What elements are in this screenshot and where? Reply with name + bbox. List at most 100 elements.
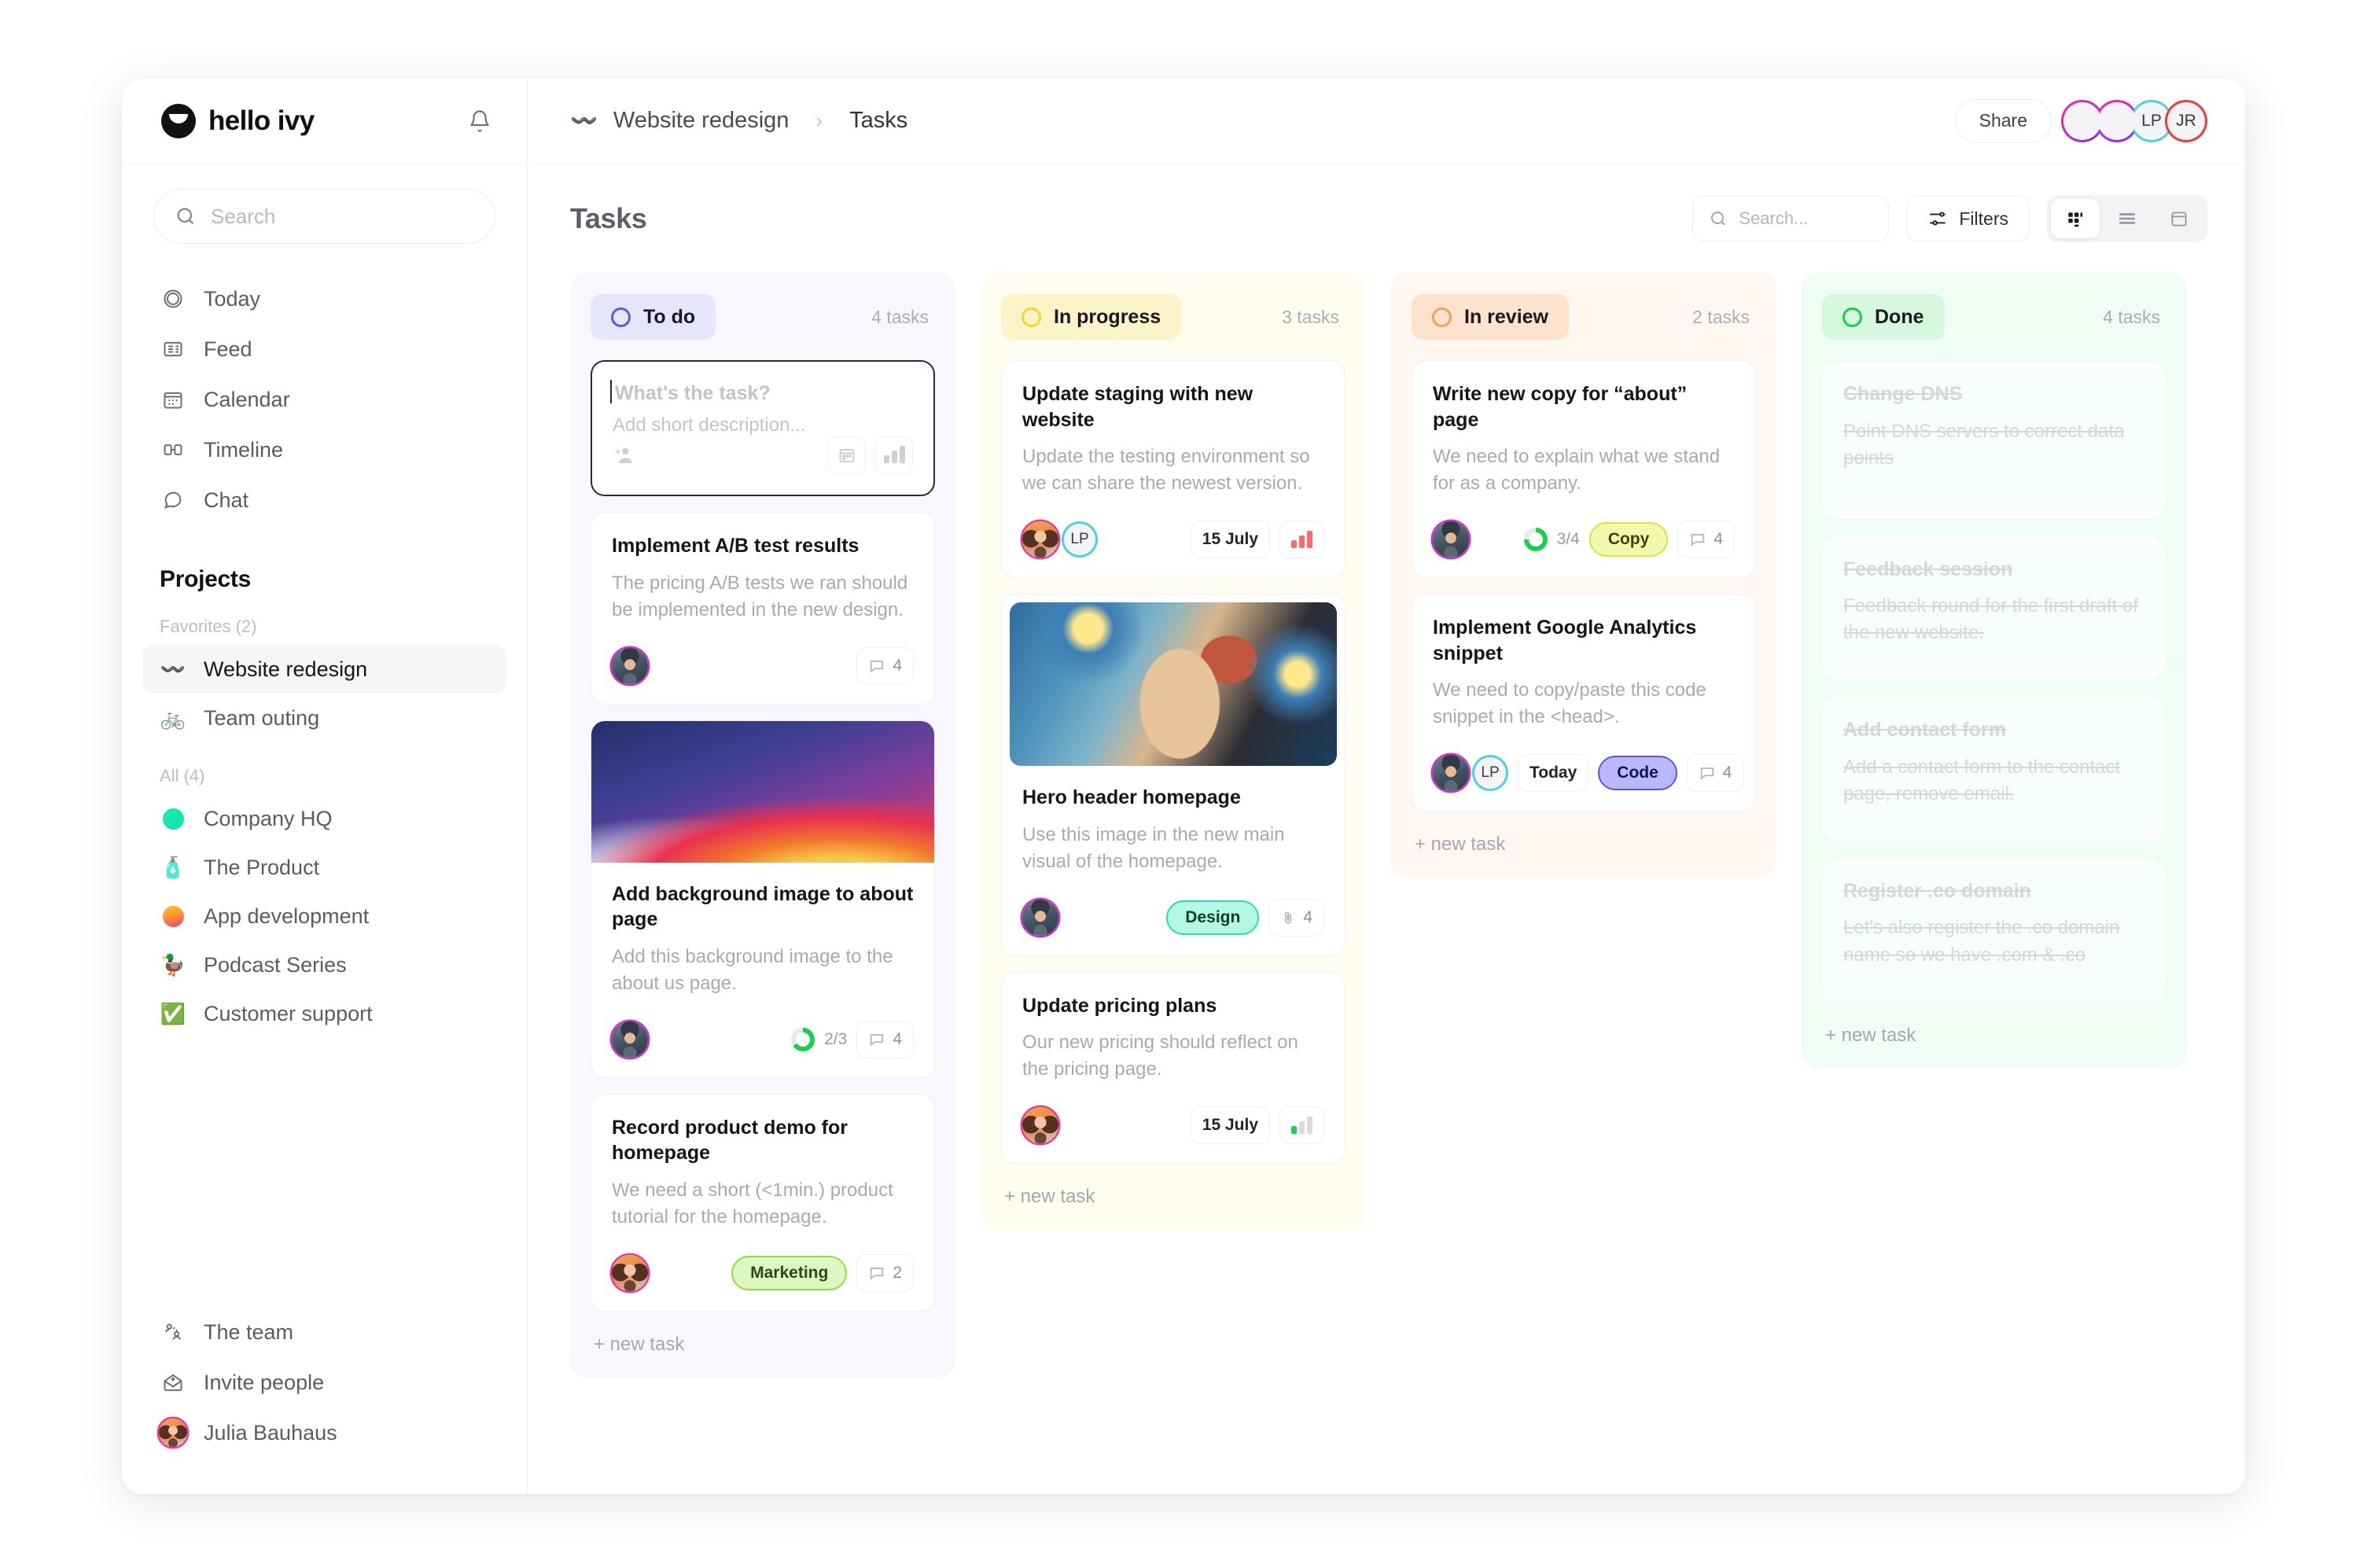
sidebar-item-label: The team (204, 1320, 294, 1344)
task-tag[interactable]: Design (1166, 900, 1260, 935)
avatar[interactable] (1022, 899, 1058, 936)
column-title-pill[interactable]: To do (591, 294, 716, 340)
task-title: Update staging with new website (1022, 383, 1253, 431)
calendar-icon[interactable] (828, 436, 866, 474)
search-input[interactable] (1739, 208, 1873, 229)
project-label: Company HQ (204, 806, 333, 830)
brand-name: hello ivy (208, 105, 315, 136)
sidebar: hello ivy Search Today Feed Calendar Tim… (122, 79, 528, 1494)
avatar[interactable] (1433, 521, 1469, 558)
avatar[interactable] (2061, 99, 2104, 142)
task-card[interactable]: Feedback session Feedback round for the … (1822, 535, 2166, 681)
task-meta: 3/4 Copy 4 (1523, 521, 1735, 559)
task-card[interactable]: Change DNS Point DNS servers to correct … (1822, 360, 2166, 520)
avatar[interactable] (1022, 1107, 1058, 1144)
attachment-count-chip[interactable]: 4 (1268, 898, 1324, 937)
task-card[interactable]: Implement Google Analytics snippet We ne… (1412, 594, 1756, 812)
member-avatars: LP JR (2061, 99, 2207, 142)
add-person-icon[interactable] (613, 444, 636, 467)
comment-count-chip[interactable]: 2 (856, 1253, 914, 1292)
task-thumbnail-wrap (1002, 594, 1345, 767)
task-card[interactable]: Write new copy for “about” page We need … (1412, 360, 1756, 579)
column-title-pill[interactable]: In review (1412, 294, 1569, 340)
new-task-composer[interactable]: What's the task? Add short description..… (591, 360, 935, 496)
comment-count-chip[interactable]: 4 (1677, 521, 1735, 559)
sidebar-item-podcast-series[interactable]: 🦆 Podcast Series (142, 940, 506, 989)
due-date-chip[interactable]: 15 July (1190, 521, 1270, 559)
avatar[interactable]: LP (1062, 521, 1098, 558)
list-view-button[interactable] (2103, 199, 2152, 238)
breadcrumb-project[interactable]: Website redesign (613, 108, 790, 134)
board-view-button[interactable] (2051, 199, 2100, 238)
task-description: We need a short (<1min.) product tutoria… (612, 1179, 893, 1228)
sidebar-item-the-product[interactable]: 🧴 The Product (142, 843, 506, 892)
task-card[interactable]: Update pricing plans Our new pricing sho… (1001, 971, 1345, 1165)
task-tag[interactable]: Copy (1588, 522, 1669, 558)
progress-ring-icon (1523, 528, 1548, 552)
task-description: Feedback round for the first draft of th… (1843, 595, 2138, 644)
bars-icon[interactable] (875, 436, 913, 474)
add-new-task-done[interactable]: + new task (1822, 1018, 2166, 1048)
avatar[interactable] (1433, 755, 1469, 792)
progress-count: 2/3 (824, 1029, 848, 1048)
sidebar-item-company-hq[interactable]: Company HQ (142, 794, 506, 843)
sidebar-item-feed[interactable]: Feed (142, 324, 506, 374)
avatar[interactable]: JR (2165, 99, 2207, 142)
project-label: Customer support (204, 1001, 373, 1025)
column-header: In progress 3 tasks (1001, 294, 1345, 340)
composer-title-placeholder[interactable]: What's the task? (610, 380, 913, 405)
sidebar-item-the-team[interactable]: The team (142, 1307, 506, 1357)
avatar[interactable] (612, 1254, 648, 1291)
avatar[interactable] (612, 1021, 648, 1058)
task-card[interactable]: Add background image to about page Add t… (591, 720, 935, 1078)
sidebar-item-calendar[interactable]: Calendar (142, 374, 506, 425)
share-button[interactable]: Share (1954, 98, 2052, 143)
priority-chip[interactable] (1279, 1106, 1324, 1145)
filters-button[interactable]: Filters (1906, 196, 2030, 241)
sidebar-item-customer-support[interactable]: ✅ Customer support (142, 989, 506, 1038)
sidebar-item-invite-people[interactable]: Invite people (142, 1357, 506, 1408)
sidebar-item-current-user[interactable]: Julia Bauhaus (142, 1408, 506, 1458)
column-title-pill[interactable]: Done (1822, 294, 1945, 340)
sidebar-item-label: Today (204, 286, 261, 311)
search-box[interactable] (153, 189, 495, 244)
comment-count-chip[interactable]: 4 (856, 646, 914, 685)
search-input[interactable] (211, 204, 474, 229)
composer-desc-placeholder[interactable]: Add short description... (613, 414, 913, 436)
project-label: App development (204, 904, 370, 928)
task-tag[interactable]: Marketing (731, 1255, 848, 1290)
avatar (159, 1419, 187, 1447)
task-tag[interactable]: Code (1598, 756, 1677, 791)
comment-count-chip[interactable]: 4 (1686, 754, 1744, 793)
due-date-chip[interactable]: 15 July (1190, 1106, 1270, 1145)
task-card[interactable]: Update staging with new website Update t… (1001, 360, 1345, 579)
search-box[interactable] (1692, 196, 1890, 241)
project-label: Team outing (204, 705, 320, 730)
avatar[interactable]: LP (1472, 755, 1508, 792)
sidebar-item-website-redesign[interactable]: 〰️ Website redesign (142, 645, 506, 694)
task-description: Add a contact form to the contact page, … (1843, 756, 2121, 804)
sidebar-item-team-outing[interactable]: 🚲 Team outing (142, 694, 506, 742)
avatar[interactable] (1022, 521, 1058, 558)
task-card[interactable]: Implement A/B test results The pricing A… (591, 512, 935, 705)
task-card[interactable]: Hero header homepage Use this image in t… (1001, 594, 1345, 956)
sidebar-item-app-development[interactable]: App development (142, 892, 506, 940)
bell-icon[interactable] (464, 105, 495, 137)
due-date-chip[interactable]: Today (1518, 754, 1589, 793)
task-card[interactable]: Add contact form Add a contact form to t… (1822, 696, 2166, 841)
comment-count-chip[interactable]: 4 (856, 1020, 914, 1058)
avatar[interactable] (612, 647, 648, 684)
add-new-task-todo[interactable]: + new task (591, 1327, 935, 1357)
add-new-task-in-review[interactable]: + new task (1412, 827, 1756, 857)
avatar[interactable] (2096, 99, 2138, 142)
task-card[interactable]: Register .co domain Let's also register … (1822, 856, 2166, 1003)
calendar-view-button[interactable] (2155, 199, 2203, 238)
task-card[interactable]: Record product demo for homepage We need… (591, 1093, 935, 1312)
column-todo: To do 4 tasks What's the task? Add short… (570, 272, 955, 1378)
sidebar-item-today[interactable]: Today (142, 274, 506, 324)
sidebar-item-timeline[interactable]: Timeline (142, 425, 506, 475)
column-title-pill[interactable]: In progress (1001, 294, 1182, 340)
add-new-task-in-progress[interactable]: + new task (1001, 1180, 1345, 1209)
priority-chip[interactable] (1279, 521, 1324, 559)
sidebar-item-chat[interactable]: Chat (142, 475, 506, 525)
